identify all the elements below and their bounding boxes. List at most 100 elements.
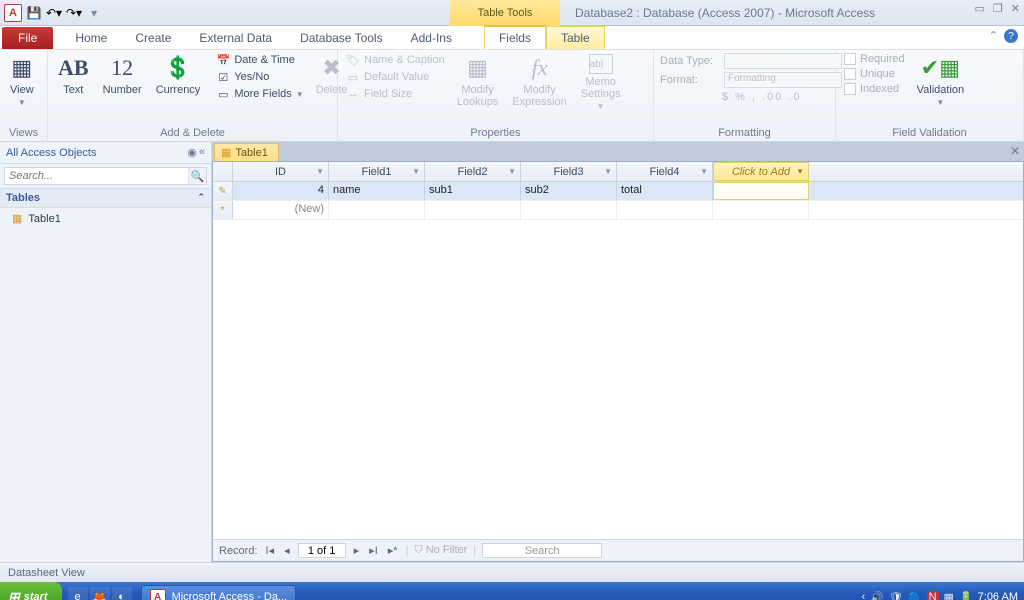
dropdown-icon[interactable]: ▼ (604, 167, 612, 176)
table-row[interactable]: ✎ 4 name sub1 sub2 total (213, 182, 1023, 201)
tab-database-tools[interactable]: Database Tools (286, 27, 397, 49)
row-selector-new-icon[interactable]: * (213, 201, 233, 219)
required-checkbox[interactable]: Required (842, 52, 907, 66)
number-format-buttons[interactable]: $ % , .00 .0 (722, 91, 802, 103)
table-row-new[interactable]: * (New) (213, 201, 1023, 220)
tab-create[interactable]: Create (121, 27, 185, 49)
search-input[interactable] (5, 168, 188, 184)
cell-field2[interactable]: sub1 (425, 182, 521, 200)
redo-icon[interactable]: ↷▾ (66, 5, 82, 21)
currency-button[interactable]: 💲 Currency (152, 52, 205, 98)
dropdown-icon[interactable]: ▼ (796, 167, 804, 176)
filter-indicator[interactable]: ⛉ No Filter (414, 544, 467, 557)
tray-icon[interactable]: N (927, 591, 939, 600)
app-icon[interactable]: A (4, 4, 22, 22)
col-click-to-add[interactable]: Click to Add▼ (713, 162, 809, 181)
save-icon[interactable]: 💾 (26, 5, 42, 21)
number-button[interactable]: 12 Number (99, 52, 146, 98)
prev-record-button[interactable]: ◂ (282, 544, 292, 557)
dropdown-icon[interactable]: ▼ (412, 167, 420, 176)
tab-table[interactable]: Table (546, 26, 605, 49)
row-selector-edit-icon[interactable]: ✎ (213, 182, 233, 200)
tab-file[interactable]: File (2, 27, 53, 49)
clock[interactable]: 7:06 AM (978, 591, 1018, 600)
group-views: Views (6, 125, 41, 141)
morefields-button[interactable]: ▭More Fields▼ (214, 86, 305, 102)
cell-field4[interactable]: total (617, 182, 713, 200)
help-icon[interactable]: ? (1004, 29, 1018, 43)
ql-app-icon[interactable]: ◐ (112, 587, 132, 600)
tray-icon[interactable]: 🔵 (908, 591, 922, 600)
task-access[interactable]: A Microsoft Access - Da... (141, 585, 297, 600)
tray-icon[interactable]: 🔋 (959, 591, 973, 600)
indexed-checkbox[interactable]: Indexed (842, 82, 907, 96)
format-label: Format: (660, 74, 720, 86)
nav-collapse-icon[interactable]: « (199, 146, 205, 159)
datatype-combo[interactable] (724, 53, 842, 69)
search-icon[interactable]: 🔍 (188, 168, 206, 184)
ql-firefox-icon[interactable]: 🦊 (90, 587, 110, 600)
col-field3[interactable]: Field3▼ (521, 162, 617, 181)
grid-body[interactable]: ✎ 4 name sub1 sub2 total * (New) (213, 182, 1023, 539)
cell-field1[interactable]: name (329, 182, 425, 200)
tray-icon[interactable]: 🔊 (870, 591, 884, 600)
calendar-icon: 📅 (216, 53, 230, 67)
validation-button[interactable]: ✔▦ Validation ▼ (913, 52, 969, 109)
close-button[interactable]: ✕ (1011, 2, 1020, 15)
datetime-button[interactable]: 📅Date & Time (214, 52, 305, 68)
cell-id-new[interactable]: (New) (233, 201, 329, 219)
tray-icon[interactable]: ▦ (944, 591, 954, 600)
last-record-button[interactable]: ▸I (367, 544, 380, 557)
minimize-button[interactable]: ▭ (975, 2, 985, 15)
first-record-button[interactable]: I◂ (264, 544, 277, 557)
cell-empty[interactable] (713, 201, 809, 219)
ql-ie-icon[interactable]: e (68, 587, 88, 600)
nav-header[interactable]: All Access Objects ◉« (0, 142, 211, 164)
tab-addins[interactable]: Add-Ins (397, 27, 466, 49)
restore-button[interactable]: ❐ (993, 2, 1003, 15)
col-field4[interactable]: Field4▼ (617, 162, 713, 181)
nav-category-tables[interactable]: Tables ⌃ (0, 188, 211, 208)
undo-icon[interactable]: ↶▾ (46, 5, 62, 21)
collapse-icon: ⌃ (197, 192, 205, 204)
cell-empty[interactable] (521, 201, 617, 219)
record-search-input[interactable] (482, 543, 602, 558)
doctab-table1[interactable]: ▦ Table1 (214, 143, 279, 161)
cell-field3[interactable]: sub2 (521, 182, 617, 200)
nav-dropdown-icon[interactable]: ◉ (187, 146, 197, 159)
tray-icon[interactable]: 🛡 (889, 591, 903, 600)
number-icon: 12 (111, 54, 133, 82)
tab-external-data[interactable]: External Data (185, 27, 286, 49)
tab-home[interactable]: Home (61, 27, 121, 49)
select-all-corner[interactable] (213, 162, 233, 181)
new-record-button[interactable]: ▸* (386, 544, 400, 557)
cell-empty[interactable] (329, 201, 425, 219)
tab-fields[interactable]: Fields (484, 25, 546, 49)
col-field1[interactable]: Field1▼ (329, 162, 425, 181)
doc-close-button[interactable]: ✕ (1010, 144, 1020, 158)
qat-dropdown-icon[interactable]: ▾ (86, 5, 102, 21)
tray-expand-icon[interactable]: ‹ (862, 591, 866, 600)
cell-empty[interactable] (425, 201, 521, 219)
next-record-button[interactable]: ▸ (352, 544, 362, 557)
cell-add[interactable] (713, 182, 809, 200)
unique-checkbox[interactable]: Unique (842, 67, 907, 81)
ribbon-minimize-icon[interactable]: ⌃ (989, 29, 998, 43)
record-position[interactable] (298, 543, 346, 558)
start-button[interactable]: ⊞ start (0, 582, 62, 600)
cell-id[interactable]: 4 (233, 182, 329, 200)
task-label: Microsoft Access - Da... (172, 591, 288, 600)
view-button[interactable]: ▦ View ▼ (6, 52, 38, 109)
nav-item-table1[interactable]: ▦ Table1 (0, 208, 211, 229)
dropdown-icon[interactable]: ▼ (316, 167, 324, 176)
dropdown-icon[interactable]: ▼ (508, 167, 516, 176)
col-id[interactable]: ID▼ (233, 162, 329, 181)
cell-empty[interactable] (617, 201, 713, 219)
format-combo[interactable]: Formatting (724, 72, 842, 88)
yesno-button[interactable]: ☑Yes/No (214, 69, 305, 85)
checkbox-icon: ☑ (216, 70, 230, 84)
col-field2[interactable]: Field2▼ (425, 162, 521, 181)
nofilter-label: No Filter (426, 544, 468, 556)
text-button[interactable]: AB Text (54, 52, 93, 98)
dropdown-icon[interactable]: ▼ (700, 167, 708, 176)
